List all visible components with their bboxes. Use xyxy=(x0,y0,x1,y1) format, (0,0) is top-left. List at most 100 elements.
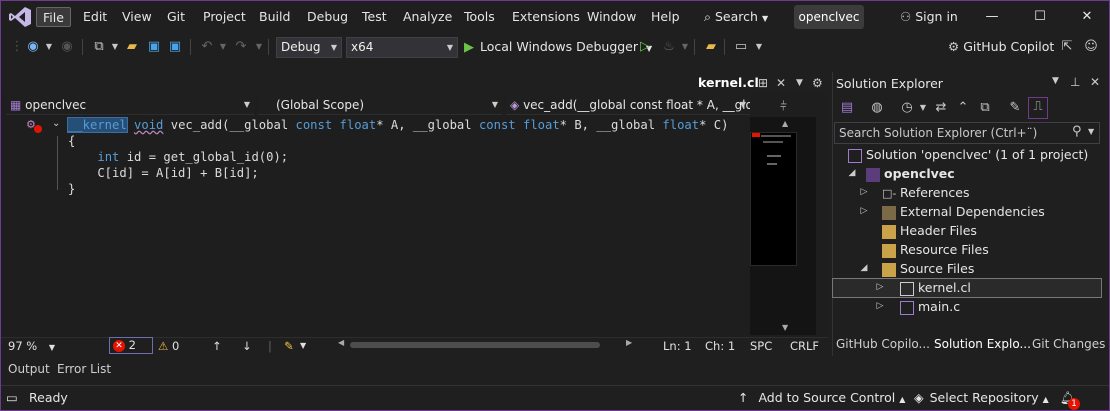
start-without-debugging-icon[interactable]: ▷ xyxy=(636,38,654,56)
pin-icon[interactable]: ⊥ xyxy=(1070,75,1080,89)
menu-view[interactable]: View xyxy=(116,7,158,27)
tree-item-project[interactable]: openclvec xyxy=(866,164,955,183)
pin-icon[interactable]: ⊞ xyxy=(758,73,768,93)
maximize-button[interactable]: ☐ xyxy=(1030,7,1050,27)
save-all-icon[interactable]: ▣ xyxy=(166,38,184,56)
collapse-all-icon[interactable]: ⌃ xyxy=(954,99,972,117)
tree-item-references[interactable]: □- References xyxy=(882,183,969,202)
menu-help[interactable]: Help xyxy=(645,7,686,27)
menu-window[interactable]: Window xyxy=(581,7,642,27)
window-layout-icon[interactable]: ▭ xyxy=(732,38,750,56)
tab-git-changes[interactable]: Git Changes xyxy=(1032,334,1105,354)
menu-tools[interactable]: Tools xyxy=(458,7,501,27)
start-debugging-button[interactable]: ▶ Local Windows Debugger ▼ xyxy=(464,38,652,56)
scroll-down-icon[interactable]: ▼ xyxy=(782,323,788,332)
sign-in-button[interactable]: ⚇ Sign in xyxy=(900,7,958,27)
tree-item-external-dependencies[interactable]: External Dependencies xyxy=(882,202,1045,221)
expand-arrow-icon[interactable]: ▷ xyxy=(858,206,870,216)
configuration-dropdown[interactable]: Debug ▼ xyxy=(276,37,342,58)
output-window-icon[interactable]: ▭ xyxy=(6,390,18,406)
project-nav-dropdown[interactable]: ▦ openclvec ▼ xyxy=(6,95,254,115)
error-count-indicator[interactable]: ✕ 2 xyxy=(109,337,153,354)
tree-item-main-c[interactable]: main.c xyxy=(900,297,960,316)
spacing-indicator[interactable]: SPC xyxy=(750,338,772,354)
vertical-scrollbar[interactable]: ▲ ▼ xyxy=(778,117,796,335)
chevron-down-icon[interactable]: ▼ xyxy=(214,38,232,56)
solution-explorer-search-input[interactable]: Search Solution Explorer (Ctrl+¨) xyxy=(834,122,1100,144)
collapse-icon[interactable]: ⌄ xyxy=(52,118,60,129)
chevron-down-icon[interactable]: ▼ xyxy=(1052,76,1059,86)
scroll-thumb[interactable] xyxy=(350,342,600,348)
visual-studio-logo-icon[interactable] xyxy=(8,6,32,28)
sync-icon[interactable]: ⇄ xyxy=(932,99,950,117)
menu-git[interactable]: Git xyxy=(161,7,191,27)
chevron-down-icon[interactable]: ▼ xyxy=(250,38,268,56)
tab-error-list[interactable]: Error List xyxy=(57,361,111,377)
column-indicator[interactable]: Ch: 1 xyxy=(705,338,735,354)
member-nav-dropdown[interactable]: ◈ vec_add(__global const float * A, __gl… xyxy=(506,95,750,115)
home-icon[interactable]: ◍ xyxy=(868,99,886,117)
next-issue-icon[interactable]: ↓ xyxy=(242,338,252,354)
menu-project[interactable]: Project xyxy=(197,7,252,27)
tree-item-header-files[interactable]: Header Files xyxy=(882,221,977,240)
chevron-down-icon[interactable]: ▼ xyxy=(750,38,768,56)
chevron-down-icon[interactable]: ▼ xyxy=(106,38,124,56)
zoom-dropdown[interactable]: 97 % ▼ xyxy=(8,338,66,354)
tree-item-resource-files[interactable]: Resource Files xyxy=(882,240,989,259)
line-ending-indicator[interactable]: CRLF xyxy=(790,338,819,354)
chevron-down-icon[interactable]: ▼ xyxy=(1088,127,1094,136)
collapse-arrow-icon[interactable]: ◢ xyxy=(846,168,858,178)
properties-icon[interactable]: ✎ xyxy=(1006,99,1024,117)
split-editor-icon[interactable]: ⫩ xyxy=(780,96,787,116)
gear-icon[interactable]: ⚙ xyxy=(812,73,823,93)
show-all-files-icon[interactable]: ⧉ xyxy=(976,99,994,117)
menu-test[interactable]: Test xyxy=(356,7,393,27)
line-indicator[interactable]: Ln: 1 xyxy=(663,338,692,354)
save-icon[interactable]: ▣ xyxy=(145,38,163,56)
warning-count-indicator[interactable]: ⚠ 0 xyxy=(158,338,179,354)
close-icon[interactable]: ✕ xyxy=(1090,75,1100,89)
expand-arrow-icon[interactable]: ▷ xyxy=(874,282,886,292)
menu-file[interactable]: File xyxy=(36,7,71,27)
tree-item-source-files[interactable]: Source Files xyxy=(882,259,974,278)
redo-icon[interactable]: ↷ xyxy=(232,38,250,56)
menu-debug[interactable]: Debug xyxy=(301,7,354,27)
switch-views-icon[interactable]: ▤ xyxy=(838,99,856,117)
search-icon[interactable]: ⚲ xyxy=(1072,124,1082,139)
search-button[interactable]: ⌕ Search ▼ xyxy=(704,7,768,27)
scroll-right-icon[interactable]: ▶ xyxy=(626,338,632,347)
menu-extensions[interactable]: Extensions xyxy=(506,7,586,27)
scroll-up-icon[interactable]: ▲ xyxy=(782,119,788,128)
tab-output[interactable]: Output xyxy=(8,361,50,377)
preview-selected-icon[interactable]: ⎍ xyxy=(1028,97,1048,119)
scroll-left-icon[interactable]: ◀ xyxy=(338,338,344,347)
collapse-arrow-icon[interactable]: ◢ xyxy=(858,263,870,273)
navigate-forward-icon[interactable]: ◉ xyxy=(58,38,76,56)
chevron-down-icon[interactable]: ▼ xyxy=(914,99,932,117)
platform-dropdown[interactable]: x64 ▼ xyxy=(346,37,458,58)
tree-item-solution[interactable]: Solution 'openclvec' (1 of 1 project) xyxy=(848,145,1088,164)
github-copilot-button[interactable]: ⚙ GitHub Copilot xyxy=(948,38,1054,56)
tab-solution-explorer[interactable]: Solution Explo... xyxy=(930,334,1035,354)
horizontal-scrollbar[interactable]: ◀ ▶ xyxy=(338,338,632,350)
chevron-down-icon[interactable]: ▼ xyxy=(796,73,803,93)
code-cleanup-icon[interactable]: ✎ xyxy=(284,338,294,354)
scope-nav-dropdown[interactable]: (Global Scope) ▼ xyxy=(258,95,502,115)
tab-github-copilot[interactable]: GitHub Copilo... xyxy=(836,334,930,354)
chevron-down-icon[interactable]: ▼ xyxy=(40,38,58,56)
expand-arrow-icon[interactable]: ▷ xyxy=(858,187,870,197)
previous-issue-icon[interactable]: ↑ xyxy=(212,338,222,354)
folder-icon[interactable]: ▰ xyxy=(702,38,720,56)
add-to-source-control-button[interactable]: ↑ Add to Source Control ▲ xyxy=(738,390,905,406)
chevron-down-icon[interactable]: ▼ xyxy=(300,338,306,354)
open-folder-icon[interactable]: ▰ xyxy=(123,38,141,56)
share-icon[interactable]: ⇱ xyxy=(1058,38,1076,56)
expand-arrow-icon[interactable]: ▷ xyxy=(874,301,886,311)
menu-analyze[interactable]: Analyze xyxy=(397,7,458,27)
chevron-down-icon[interactable]: ▼ xyxy=(676,38,694,56)
minimize-button[interactable]: — xyxy=(982,7,1002,27)
menu-build[interactable]: Build xyxy=(253,7,296,27)
close-tab-icon[interactable]: ✕ xyxy=(776,73,786,93)
close-window-button[interactable]: ✕ xyxy=(1077,7,1097,27)
feedback-icon[interactable]: ☺ xyxy=(1082,38,1100,56)
